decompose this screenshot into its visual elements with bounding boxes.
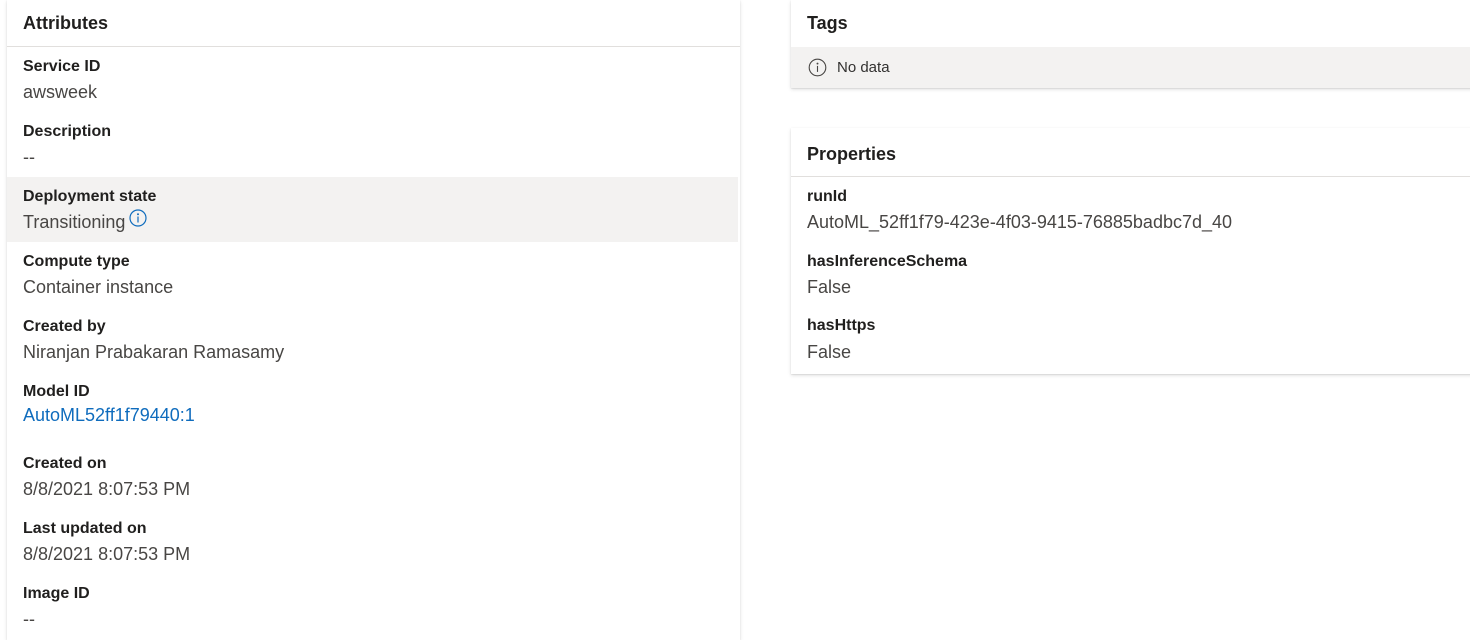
has-inference-schema-label: hasInferenceSchema bbox=[807, 253, 968, 270]
created-on-value: 8/8/2021 8:07:53 PM bbox=[23, 479, 191, 499]
field-has-inference-schema: hasInferenceSchema False bbox=[791, 242, 1470, 307]
attributes-title: Attributes bbox=[23, 13, 108, 33]
model-id-label: Model ID bbox=[23, 383, 90, 400]
created-on-label: Created on bbox=[23, 455, 107, 472]
field-has-https: hasHttps False bbox=[791, 307, 1470, 372]
last-updated-on-value: 8/8/2021 8:07:53 PM bbox=[23, 544, 191, 564]
image-id-label: Image ID bbox=[23, 585, 90, 602]
field-last-updated-on: Last updated on 8/8/2021 8:07:53 PM bbox=[7, 509, 738, 574]
field-created-by: Created by Niranjan Prabakaran Ramasamy bbox=[7, 307, 738, 372]
field-created-on: Created on 8/8/2021 8:07:53 PM bbox=[7, 444, 738, 509]
service-id-value: awsweek bbox=[23, 82, 98, 102]
field-run-id: runId AutoML_52ff1f79-423e-4f03-9415-768… bbox=[791, 177, 1470, 242]
has-inference-schema-value: False bbox=[807, 277, 852, 297]
field-image-id: Image ID -- bbox=[7, 574, 738, 639]
compute-type-label: Compute type bbox=[23, 253, 130, 270]
properties-title: Properties bbox=[807, 144, 897, 164]
has-https-value: False bbox=[807, 342, 852, 362]
deployment-state-label: Deployment state bbox=[23, 188, 157, 205]
field-service-id: Service ID awsweek bbox=[7, 47, 738, 112]
run-id-label: runId bbox=[807, 188, 847, 205]
info-icon[interactable] bbox=[129, 209, 147, 233]
field-model-id: Model ID AutoML52ff1f79440:1 bbox=[7, 372, 738, 444]
properties-card: Properties runId AutoML_52ff1f79-423e-4f… bbox=[791, 128, 1470, 374]
run-id-value: AutoML_52ff1f79-423e-4f03-9415-76885badb… bbox=[807, 212, 1233, 232]
service-id-label: Service ID bbox=[23, 58, 101, 75]
info-icon bbox=[808, 58, 827, 82]
created-by-label: Created by bbox=[23, 318, 106, 335]
description-value: -- bbox=[23, 147, 35, 167]
description-label: Description bbox=[23, 123, 112, 140]
image-id-value: -- bbox=[23, 609, 35, 629]
field-compute-type: Compute type Container instance bbox=[7, 242, 738, 307]
field-description: Description -- bbox=[7, 112, 738, 177]
tags-title: Tags bbox=[807, 13, 848, 33]
compute-type-value: Container instance bbox=[23, 277, 174, 297]
tags-empty-state: No data bbox=[791, 47, 1470, 88]
tags-card: Tags No data bbox=[791, 0, 1470, 88]
last-updated-on-label: Last updated on bbox=[23, 520, 147, 537]
attributes-card: Attributes Service ID awsweek Descriptio… bbox=[7, 0, 740, 640]
deployment-state-value: Transitioning bbox=[23, 212, 126, 232]
model-id-link[interactable]: AutoML52ff1f79440:1 bbox=[23, 403, 195, 427]
has-https-label: hasHttps bbox=[807, 317, 876, 334]
no-data-text: No data bbox=[837, 59, 890, 76]
field-deployment-state: Deployment state Transitioning bbox=[7, 177, 738, 242]
deployment-state-value-row: Transitioning bbox=[23, 209, 147, 235]
created-by-value: Niranjan Prabakaran Ramasamy bbox=[23, 342, 285, 362]
